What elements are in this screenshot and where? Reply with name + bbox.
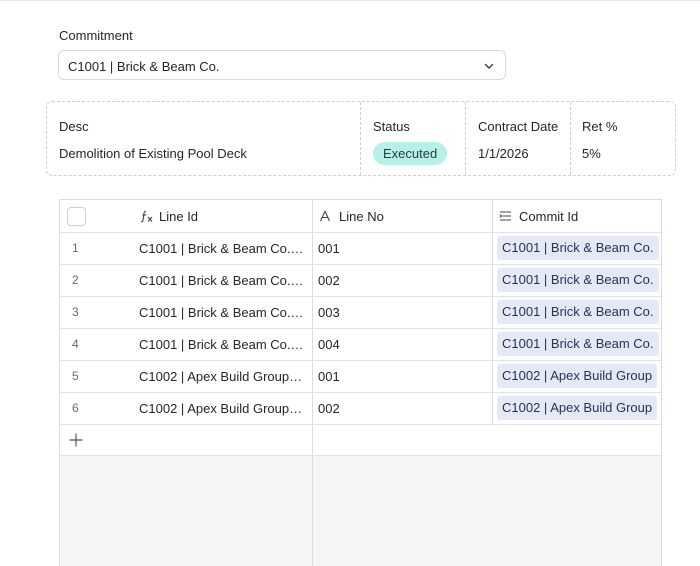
line-no-cell[interactable]: 003	[318, 305, 340, 320]
formula-icon	[140, 210, 153, 223]
commit-id-tag[interactable]: C1001 | Brick & Beam Co.	[497, 268, 659, 292]
line-id-cell[interactable]: C1001 | Brick & Beam Co.-004	[139, 337, 305, 352]
ret-value: 5%	[582, 146, 601, 161]
line-id-cell[interactable]: C1001 | Brick & Beam Co.-001	[139, 241, 305, 256]
card-divider	[465, 102, 466, 175]
card-divider	[570, 102, 571, 175]
commitment-select[interactable]: C1001 | Brick & Beam Co.	[58, 50, 506, 80]
grid-empty-area	[60, 456, 661, 566]
line-id-cell[interactable]: C1002 | Apex Build Group-001	[139, 369, 305, 384]
desc-label: Desc	[59, 119, 89, 134]
table-row[interactable]: 3 C1001 | Brick & Beam Co.-003 003 C1001…	[60, 296, 661, 328]
row-number: 2	[72, 273, 79, 287]
contract-date-value: 1/1/2026	[478, 146, 529, 161]
row-number: 4	[72, 337, 79, 351]
commit-id-tag[interactable]: C1001 | Brick & Beam Co.	[497, 236, 659, 260]
row-number: 3	[72, 305, 79, 319]
ret-label: Ret %	[582, 119, 618, 134]
column-header-line-id[interactable]: Line Id	[140, 200, 312, 232]
status-label: Status	[373, 119, 410, 134]
commitment-select-value: C1001 | Brick & Beam Co.	[68, 59, 220, 74]
desc-value: Demolition of Existing Pool Deck	[59, 146, 247, 161]
column-header-line-no[interactable]: Line No	[319, 200, 491, 232]
row-divider	[60, 455, 661, 456]
table-row[interactable]: 2 C1001 | Brick & Beam Co.-002 002 C1001…	[60, 264, 661, 296]
commitment-summary-card: Desc Demolition of Existing Pool Deck St…	[46, 101, 676, 176]
line-no-cell[interactable]: 001	[318, 369, 340, 384]
top-divider	[0, 0, 700, 1]
lookup-icon	[499, 211, 511, 221]
table-row[interactable]: 5 C1002 | Apex Build Group-001 001 C1002…	[60, 360, 661, 392]
text-type-icon	[320, 210, 330, 222]
row-number: 5	[72, 369, 79, 383]
line-items-grid: Line Id Line No Commit Id 1 C1001 | Bric…	[59, 199, 662, 566]
column-header-label: Commit Id	[519, 209, 579, 224]
chevron-down-icon	[484, 63, 494, 69]
column-header-label: Line No	[339, 209, 384, 224]
line-no-cell[interactable]: 004	[318, 337, 340, 352]
line-id-cell[interactable]: C1002 | Apex Build Group-002	[139, 401, 305, 416]
card-divider	[360, 102, 361, 175]
commit-id-tag[interactable]: C1001 | Brick & Beam Co.	[497, 300, 659, 324]
commit-id-tag[interactable]: C1002 | Apex Build Group	[497, 364, 658, 388]
line-id-cell[interactable]: C1001 | Brick & Beam Co.-003	[139, 305, 305, 320]
table-row[interactable]: 6 C1002 | Apex Build Group-002 002 C1002…	[60, 392, 661, 424]
column-header-commit-id[interactable]: Commit Id	[499, 200, 661, 232]
commit-id-tag[interactable]: C1002 | Apex Build Group	[497, 396, 658, 420]
line-no-cell[interactable]: 002	[318, 401, 340, 416]
table-row[interactable]: 4 C1001 | Brick & Beam Co.-004 004 C1001…	[60, 328, 661, 360]
row-number: 1	[72, 241, 79, 255]
status-badge: Executed	[373, 142, 448, 165]
table-row[interactable]: 1 C1001 | Brick & Beam Co.-001 001 C1001…	[60, 232, 661, 264]
row-divider	[60, 424, 661, 425]
contract-date-label: Contract Date	[478, 119, 559, 134]
line-no-cell[interactable]: 002	[318, 273, 340, 288]
select-all-checkbox[interactable]	[67, 207, 86, 226]
line-no-cell[interactable]: 001	[318, 241, 340, 256]
commit-id-tag[interactable]: C1001 | Brick & Beam Co.	[497, 332, 659, 356]
line-id-cell[interactable]: C1001 | Brick & Beam Co.-002	[139, 273, 305, 288]
add-row-icon[interactable]	[68, 432, 84, 448]
column-header-label: Line Id	[159, 209, 199, 224]
commitment-label: Commitment	[59, 28, 133, 43]
row-number: 6	[72, 401, 79, 415]
